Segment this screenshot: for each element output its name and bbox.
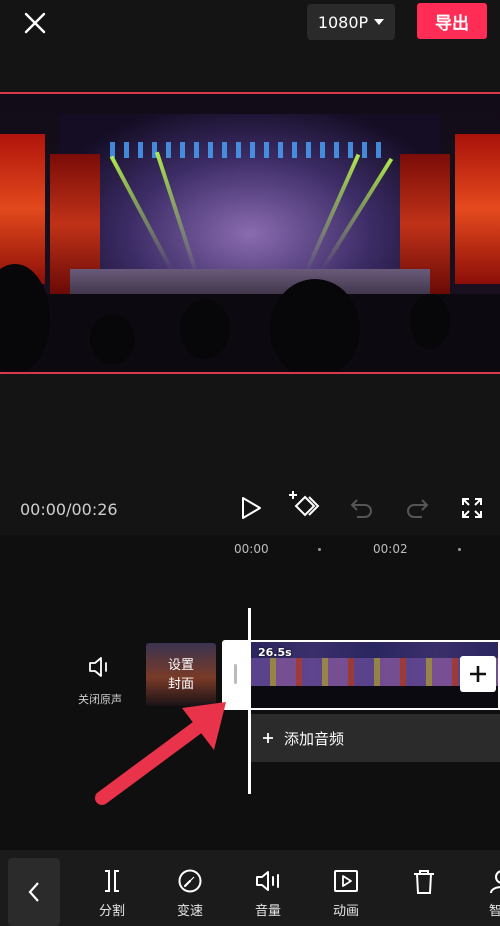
audience-head [410,294,450,349]
fullscreen-button[interactable] [455,491,489,525]
audience-head [270,279,360,372]
chevron-left-icon [28,882,39,902]
speed-icon [178,869,202,893]
undo-button[interactable] [345,491,379,525]
tool-label: 分割 [98,904,125,919]
redo-icon [407,499,429,518]
add-audio-button[interactable]: 添加音频 [250,714,500,762]
split-icon [105,870,119,892]
keyframe-add-icon [289,491,320,517]
caret-down-icon [374,19,385,25]
fullscreen-icon [462,498,482,518]
resolution-dropdown[interactable]: 1080P [307,4,395,40]
video-preview[interactable] [0,92,500,374]
ruler-dot [318,548,321,551]
tool-animation[interactable]: 动画 [316,868,376,919]
ruler-dot [458,548,461,551]
tool-label: 音量 [254,904,281,919]
trim-handle-grip [234,664,237,684]
ruler-tick-label: 00:00 [234,542,269,556]
left-led-screen [0,134,45,284]
tool-volume[interactable]: 音量 [238,868,298,919]
tool-label: 智能 [488,904,500,919]
audience-head [90,314,135,364]
tool-split[interactable]: 分割 [82,868,142,919]
redo-button[interactable] [400,491,434,525]
tool-smart[interactable]: 智能 [472,868,500,919]
close-button[interactable] [20,8,50,38]
volume-icon [256,871,279,891]
stage-lights [110,142,390,158]
plus-icon [263,733,273,743]
back-button[interactable] [8,858,60,926]
playhead[interactable] [248,608,251,794]
plus-icon [470,666,486,682]
ruler-tick-label: 00:02 [373,542,408,556]
annotation-arrow-icon [95,702,226,805]
tool-label: 动画 [332,904,359,919]
export-button[interactable]: 导出 [417,3,487,39]
timecode: 00:00/00:26 [20,500,118,519]
cover-label-line1: 设置 [167,658,194,673]
tool-delete[interactable] [394,868,454,902]
keyframe-button[interactable] [287,489,321,523]
undo-icon [350,499,372,518]
cover-label: 设置 封面 [146,656,216,694]
close-icon [24,12,46,34]
delete-icon [414,870,434,894]
tool-label: 变速 [176,904,203,919]
smart-icon [490,870,500,894]
animation-icon [334,870,358,892]
audience-head [180,299,230,359]
resolution-value: 1080P [317,12,369,32]
play-button[interactable] [234,491,268,525]
tool-speed[interactable]: 变速 [160,868,220,919]
speaker-mute-icon [89,657,107,677]
clip-duration: 26.5s [258,646,292,659]
add-audio-label: 添加音频 [284,729,345,748]
right-led-screen [455,134,500,284]
play-icon [242,497,261,519]
add-clip-button[interactable] [460,656,496,692]
